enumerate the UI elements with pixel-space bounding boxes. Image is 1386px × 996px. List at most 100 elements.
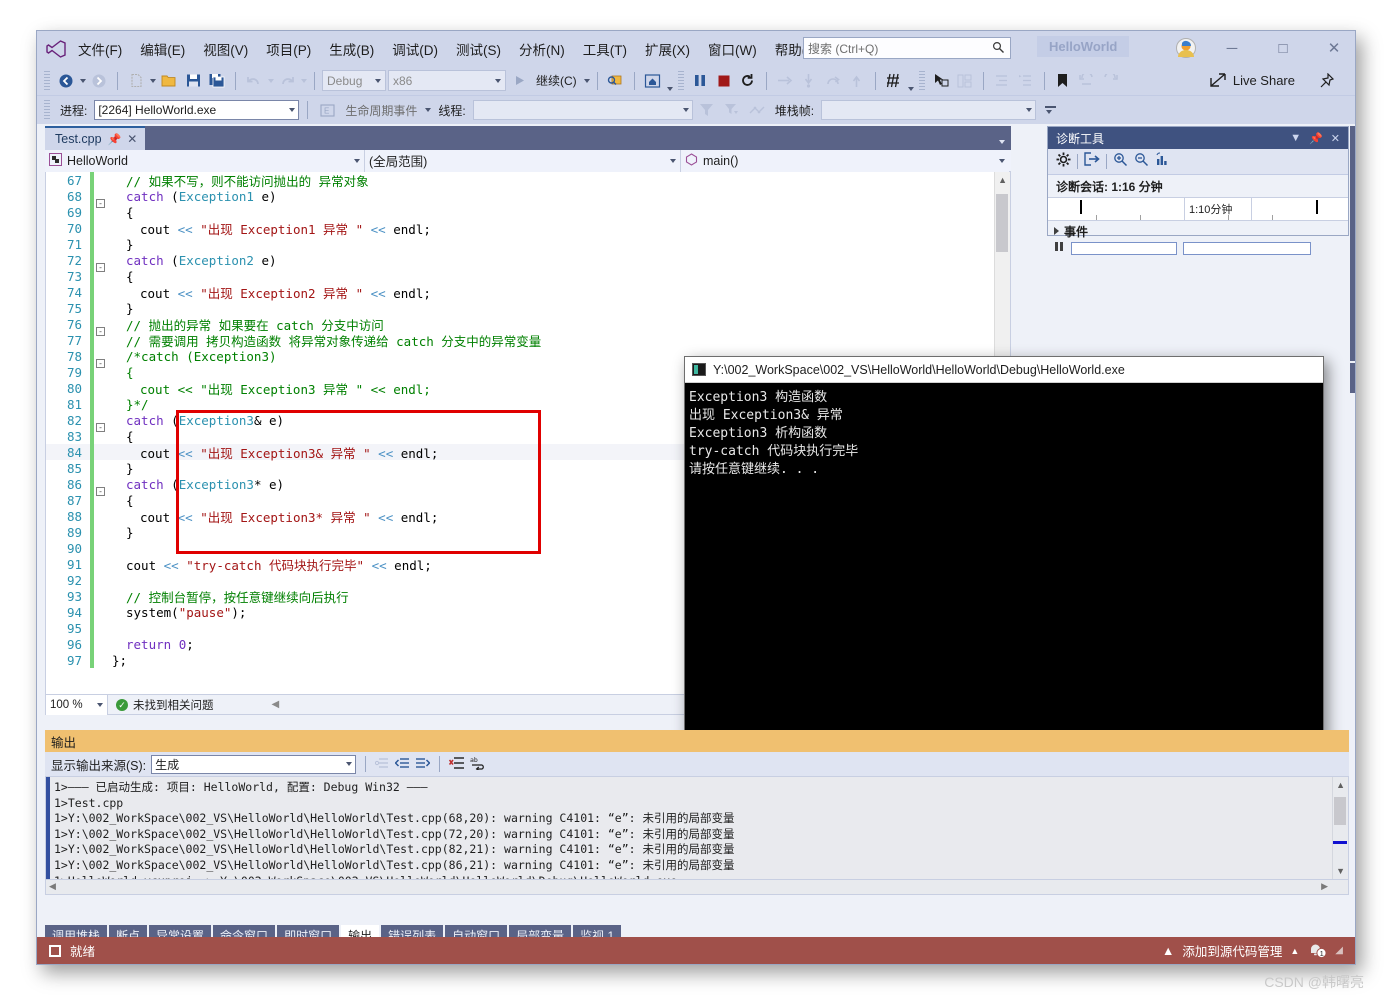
hot-reload-icon[interactable] (883, 70, 905, 92)
notifications-icon[interactable]: 1 (1307, 941, 1327, 961)
menu-analyze[interactable]: 分析(N) (510, 35, 574, 63)
new-file-caret-icon[interactable] (150, 78, 156, 83)
pin-toolbar-icon[interactable] (1315, 70, 1337, 92)
continue-label[interactable]: 继续(C) (536, 72, 577, 89)
tab-overflow-caret-icon[interactable] (999, 140, 1005, 144)
zoom-out-icon[interactable] (1134, 152, 1149, 172)
fold-collapse-icon[interactable]: - (96, 423, 105, 432)
diag-pin-icon[interactable]: 📌 (1305, 132, 1327, 145)
tab-test-cpp[interactable]: Test.cpp 📌 ✕ (45, 126, 146, 150)
process-combo[interactable]: [2264] HelloWorld.exe (94, 100, 300, 120)
code-line[interactable]: 71} (46, 236, 1010, 252)
source-control-caret-icon[interactable]: ▲ (1290, 946, 1299, 956)
navigate-back-caret-icon[interactable] (80, 78, 86, 83)
thread-combo[interactable] (472, 100, 693, 120)
code-line[interactable]: 72 - catch (Exception2 e) (46, 252, 1010, 272)
fold-collapse-icon[interactable]: - (96, 263, 105, 272)
undo-caret-icon[interactable] (268, 78, 274, 83)
zoom-combo[interactable]: 100 % (46, 694, 108, 715)
chart-icon[interactable] (1155, 152, 1170, 171)
debug-toolbar-grip[interactable] (44, 100, 50, 120)
pause-icon[interactable] (689, 70, 711, 92)
output-scrollbar[interactable]: ▲ ▼ (1332, 777, 1348, 879)
stop-icon[interactable] (713, 70, 735, 92)
menu-extensions[interactable]: 扩展(X) (636, 35, 699, 63)
output-body[interactable]: 1>——— 已启动生成: 项目: HelloWorld, 配置: Debug W… (45, 776, 1349, 880)
menu-tools[interactable]: 工具(T) (574, 35, 636, 63)
output-hscroll-left-icon[interactable]: ◀ (49, 881, 56, 892)
bookmark-icon[interactable] (1052, 70, 1074, 92)
scroll-up-icon[interactable]: ▲ (998, 175, 1007, 185)
output-hscrollbar[interactable]: ◀ ▶ (45, 880, 1349, 895)
export-icon[interactable] (1084, 152, 1100, 171)
search-input[interactable]: 搜索 (Ctrl+Q) (803, 37, 1011, 59)
menu-debug[interactable]: 调试(D) (383, 35, 447, 63)
output-scroll-thumb[interactable] (1334, 797, 1346, 825)
output-scroll-down-icon[interactable]: ▼ (1336, 866, 1345, 876)
stackframe-combo[interactable] (821, 100, 1037, 120)
gear-icon[interactable] (1056, 152, 1071, 172)
select-element-icon[interactable] (930, 70, 952, 92)
avatar[interactable] (1175, 37, 1197, 59)
menu-edit[interactable]: 编辑(E) (131, 35, 194, 63)
diag-dropdown-icon[interactable]: ▼ (1286, 132, 1305, 144)
toolbar-grip-3[interactable] (918, 70, 925, 91)
diag-close-icon[interactable]: ✕ (1327, 132, 1344, 145)
diagnostic-events-header[interactable]: 事件 (1048, 221, 1348, 241)
output-source-combo[interactable]: 生成 (151, 754, 357, 774)
platform-combo[interactable]: x86 (388, 70, 506, 91)
save-all-icon[interactable] (206, 70, 228, 92)
lifecycle-events-label[interactable]: 生命周期事件 (341, 102, 421, 119)
zoom-in-icon[interactable] (1113, 152, 1128, 172)
fold-collapse-icon[interactable]: - (96, 199, 105, 208)
output-hscroll-right-icon[interactable]: ▶ (1321, 881, 1328, 892)
code-line[interactable]: 70 cout << "出现 Exception1 异常 " << endl; (46, 220, 1010, 237)
nav-member-combo[interactable]: main() (681, 149, 1009, 172)
resize-grip-icon[interactable]: ◢ (1335, 945, 1343, 956)
go-to-next-message-icon[interactable] (415, 756, 431, 773)
config-combo[interactable]: Debug (322, 70, 386, 91)
pin-tab-icon[interactable]: 📌 (108, 133, 122, 146)
continue-caret-icon[interactable] (583, 78, 590, 83)
window-minimize-button[interactable]: ─ (1212, 35, 1252, 61)
fold-collapse-icon[interactable]: - (96, 359, 105, 368)
diagnostic-timeline-ruler[interactable]: 1:10分钟 (1048, 197, 1348, 221)
menu-test[interactable]: 测试(S) (447, 35, 510, 63)
nav-project-combo[interactable]: HelloWorld (45, 149, 365, 172)
output-scroll-up-icon[interactable]: ▲ (1336, 780, 1345, 790)
menu-project[interactable]: 项目(P) (257, 35, 320, 63)
restart-icon[interactable] (737, 70, 759, 92)
code-line[interactable]: 74 cout << "出现 Exception2 异常 " << endl; (46, 284, 1010, 301)
source-control-up-icon[interactable]: ▲ (1162, 944, 1174, 958)
menu-file[interactable]: 文件(F) (69, 35, 131, 63)
home-icon[interactable] (642, 70, 664, 92)
lifecycle-caret-icon[interactable] (425, 108, 432, 112)
hot-reload-caret-icon[interactable] (907, 86, 914, 91)
issue-nav-left-icon[interactable]: ◀ (272, 699, 280, 710)
sidebar-item-team-explorer[interactable]: 团 (1350, 363, 1355, 393)
home-caret-icon[interactable] (666, 86, 673, 91)
open-file-icon[interactable] (158, 70, 180, 92)
new-file-icon[interactable] (125, 70, 147, 92)
source-control-label[interactable]: 添加到源代码管理 (1182, 941, 1282, 960)
menu-window[interactable]: 窗口(W) (699, 35, 766, 63)
expander-icon[interactable] (1054, 227, 1059, 235)
code-line[interactable]: 77 // 需要调用 拷贝构造函数 将异常对象传递给 catch 分支中的异常变量 (46, 332, 1010, 349)
redo-caret-icon[interactable] (301, 78, 307, 83)
save-icon[interactable] (182, 70, 204, 92)
window-close-button[interactable]: ✕ (1314, 35, 1354, 61)
clear-all-icon[interactable] (449, 756, 465, 773)
menu-build[interactable]: 生成(B) (320, 35, 383, 63)
go-to-previous-message-icon[interactable] (394, 756, 410, 773)
sidebar-item-solution-explorer[interactable]: 解决方案资源管理器 (1350, 126, 1355, 361)
continue-play-icon[interactable] (508, 70, 530, 92)
toolbar-grip-2[interactable] (677, 70, 684, 91)
attach-process-icon[interactable] (605, 70, 627, 92)
editor-scroll-thumb[interactable] (996, 194, 1008, 252)
fold-collapse-icon[interactable]: - (96, 327, 105, 336)
toolbar-grip[interactable] (44, 70, 50, 91)
live-share-button[interactable]: Live Share (1210, 73, 1295, 88)
code-line[interactable]: 67 // 如果不写，则不能访问抛出的 异常对象 (46, 172, 1010, 189)
menu-view[interactable]: 视图(V) (194, 35, 257, 63)
navigate-back-icon[interactable] (55, 70, 77, 92)
